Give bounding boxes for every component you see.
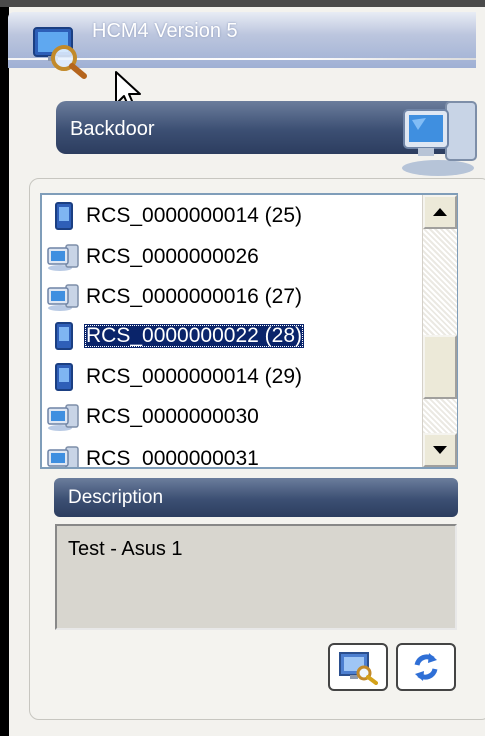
list-item-label: RCS_0000000030 (86, 405, 259, 428)
description-label: Description (68, 487, 164, 508)
list-item[interactable]: RCS_0000000030 (46, 400, 261, 434)
desktop-computer-icon (46, 444, 80, 467)
list-item-label: RCS_0000000031 (86, 447, 259, 467)
list-item-label: RCS_0000000022 (28) (84, 324, 304, 348)
list-item-label: RCS_0000000014 (25) (86, 204, 302, 227)
list-item-label: RCS_0000000014 (29) (86, 365, 302, 388)
search-computer-button[interactable] (328, 643, 388, 691)
list-item-label: RCS_0000000026 (86, 245, 259, 268)
scroll-thumb[interactable] (423, 335, 457, 399)
list-scrollbar[interactable] (422, 195, 457, 467)
search-computer-icon (339, 652, 378, 685)
list-item[interactable]: RCS_0000000022 (28) (46, 319, 304, 353)
scroll-down-button[interactable] (423, 433, 457, 467)
mobile-device-icon (46, 362, 80, 392)
list-item[interactable]: RCS_0000000016 (27) (46, 280, 304, 314)
mobile-device-icon (46, 201, 80, 231)
arrow-down-icon (433, 446, 447, 454)
refresh-button[interactable] (396, 643, 456, 691)
list-item[interactable]: RCS_0000000026 (46, 240, 261, 274)
desktop-computer-icon (46, 242, 80, 272)
mobile-device-icon (46, 321, 80, 351)
scroll-up-button[interactable] (423, 195, 457, 229)
list-item[interactable]: RCS_0000000014 (29) (46, 360, 304, 394)
list-item[interactable]: RCS_0000000031 (46, 442, 261, 467)
list-item[interactable]: RCS_0000000014 (25) (46, 199, 304, 233)
desktop-computer-icon (46, 282, 80, 312)
refresh-icon (414, 653, 438, 681)
desktop-computer-icon (46, 402, 80, 432)
description-value: Test - Asus 1 (68, 538, 183, 560)
list-item-label: RCS_0000000016 (27) (86, 285, 302, 308)
arrow-up-icon (433, 208, 447, 216)
